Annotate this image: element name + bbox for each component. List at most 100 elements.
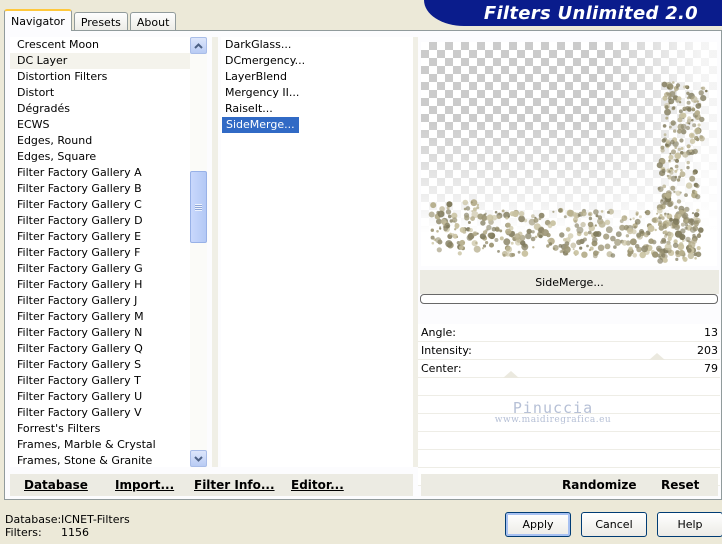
scroll-up-button[interactable] — [190, 37, 207, 54]
reset-button[interactable]: Reset — [661, 478, 699, 492]
sparkle-dot — [668, 159, 671, 162]
apply-button[interactable]: Apply — [505, 512, 571, 537]
sparkle-dot — [630, 238, 637, 246]
sparkle-dot — [496, 215, 501, 219]
filter-item[interactable]: DarkGlass... — [221, 37, 413, 53]
sparkle-dot — [680, 112, 687, 119]
sparkle-dot — [660, 198, 667, 205]
param-angle[interactable]: Angle: 13 — [418, 324, 720, 342]
category-item[interactable]: Forrest's Filters — [10, 421, 190, 437]
scroll-thumb[interactable] — [190, 171, 207, 243]
category-item[interactable]: Filter Factory Gallery T — [10, 373, 190, 389]
sparkle-dot — [664, 243, 672, 251]
param-center[interactable]: Center: 79 — [418, 360, 720, 378]
sparkle-dot — [588, 248, 592, 252]
category-item[interactable]: Filter Factory Gallery S — [10, 357, 190, 373]
sparkle-dot — [679, 233, 686, 241]
sparkle-dot — [430, 228, 434, 232]
sparkle-dot — [484, 212, 487, 215]
sparkle-dot — [674, 164, 679, 169]
filter-item[interactable]: Mergency II... — [221, 85, 413, 101]
slider-marker-intensity[interactable] — [649, 353, 665, 360]
slider-marker-center[interactable] — [503, 371, 519, 378]
sparkle-dot — [670, 120, 676, 126]
sparkle-dot — [593, 250, 599, 256]
category-item[interactable]: Filter Factory Gallery J — [10, 293, 190, 309]
sparkle-dot — [685, 182, 693, 189]
sparkle-dot — [430, 202, 437, 209]
sparkle-dot — [699, 116, 705, 123]
sparkle-dot — [605, 226, 613, 234]
sparkle-dot — [678, 249, 685, 256]
category-item[interactable]: Filter Factory Gallery D — [10, 213, 190, 229]
tab-navigator[interactable]: Navigator — [4, 9, 72, 31]
category-item[interactable]: Filter Factory Gallery E — [10, 229, 190, 245]
tab-about[interactable]: About — [129, 12, 177, 31]
category-item[interactable]: ECWS — [10, 117, 190, 133]
sparkle-dot — [505, 216, 509, 220]
category-item[interactable]: Filter Factory Gallery B — [10, 181, 190, 197]
category-item[interactable]: Filter Factory Gallery N — [10, 325, 190, 341]
category-item[interactable]: Filter Factory Gallery Q — [10, 341, 190, 357]
editor-button[interactable]: Editor... — [291, 478, 344, 492]
param-intensity[interactable]: Intensity: 203 — [418, 342, 720, 360]
category-item[interactable]: Dégradés — [10, 101, 190, 117]
category-item[interactable]: Filter Factory Gallery U — [10, 389, 190, 405]
category-item[interactable]: Frames, Stone & Granite — [10, 453, 190, 467]
cancel-button[interactable]: Cancel — [581, 512, 647, 537]
chevron-down-icon — [194, 455, 203, 462]
sparkle-dot — [678, 101, 682, 104]
sparkle-dot — [547, 239, 550, 242]
filter-item[interactable]: DCmergency... — [221, 53, 413, 69]
sparkle-dot — [662, 124, 667, 128]
help-button[interactable]: Help — [657, 512, 722, 537]
sparkle-dot — [667, 212, 670, 216]
sparkle-dot — [665, 192, 672, 199]
current-filter-name: SideMerge... — [535, 275, 604, 289]
category-scrollbar[interactable] — [190, 37, 207, 467]
filter-list[interactable]: DarkGlass... DCmergency... LayerBlend Merge… — [221, 37, 413, 467]
filter-item[interactable]: SideMerge... — [222, 117, 299, 133]
database-button[interactable]: Database — [24, 478, 88, 492]
category-item[interactable]: Filter Factory Gallery H — [10, 277, 190, 293]
sparkle-dot — [657, 258, 664, 264]
sparkle-dot — [603, 233, 610, 240]
category-item[interactable]: DC Layer — [10, 53, 190, 69]
category-item[interactable]: Filter Factory Gallery C — [10, 197, 190, 213]
category-item[interactable]: Edges, Square — [10, 149, 190, 165]
category-item[interactable]: Filter Factory Gallery G — [10, 261, 190, 277]
scroll-down-button[interactable] — [190, 450, 207, 467]
sparkle-dot — [680, 222, 685, 227]
sparkle-dot — [688, 132, 695, 139]
sparkle-dot — [552, 210, 555, 213]
category-item[interactable]: Filter Factory Gallery V — [10, 405, 190, 421]
sparkle-dot — [445, 240, 453, 248]
category-item[interactable]: Filter Factory Gallery A — [10, 165, 190, 181]
category-item[interactable]: Frames, Marble & Crystal — [10, 437, 190, 453]
randomize-button[interactable]: Randomize — [562, 478, 636, 492]
sparkle-dot — [475, 241, 478, 245]
import-button[interactable]: Import... — [115, 478, 174, 492]
sparkle-dot — [679, 171, 686, 178]
sparkle-dot — [629, 218, 632, 221]
sparkle-dot — [689, 138, 696, 144]
category-item[interactable]: Filter Factory Gallery F — [10, 245, 190, 261]
filter-item[interactable]: LayerBlend — [221, 69, 413, 85]
sparkle-dot — [600, 210, 604, 213]
sparkle-dot — [636, 246, 642, 253]
sparkle-dot — [663, 230, 668, 235]
sparkle-dot — [675, 190, 681, 196]
sparkle-dot — [430, 235, 435, 240]
category-item[interactable]: Crescent Moon — [10, 37, 190, 53]
filter-info-button[interactable]: Filter Info... — [194, 478, 275, 492]
category-item[interactable]: Distort — [10, 85, 190, 101]
filter-item[interactable]: RaiseIt... — [221, 101, 413, 117]
category-item[interactable]: Distortion Filters — [10, 69, 190, 85]
category-item[interactable]: Filter Factory Gallery M — [10, 309, 190, 325]
sparkle-dot — [532, 246, 535, 249]
category-list[interactable]: Crescent Moon DC Layer Distortion Filters D… — [10, 37, 190, 467]
category-item[interactable]: Edges, Round — [10, 133, 190, 149]
sparkle-dot — [485, 241, 489, 245]
preview-image[interactable] — [421, 42, 717, 266]
tab-presets[interactable]: Presets — [73, 12, 128, 31]
